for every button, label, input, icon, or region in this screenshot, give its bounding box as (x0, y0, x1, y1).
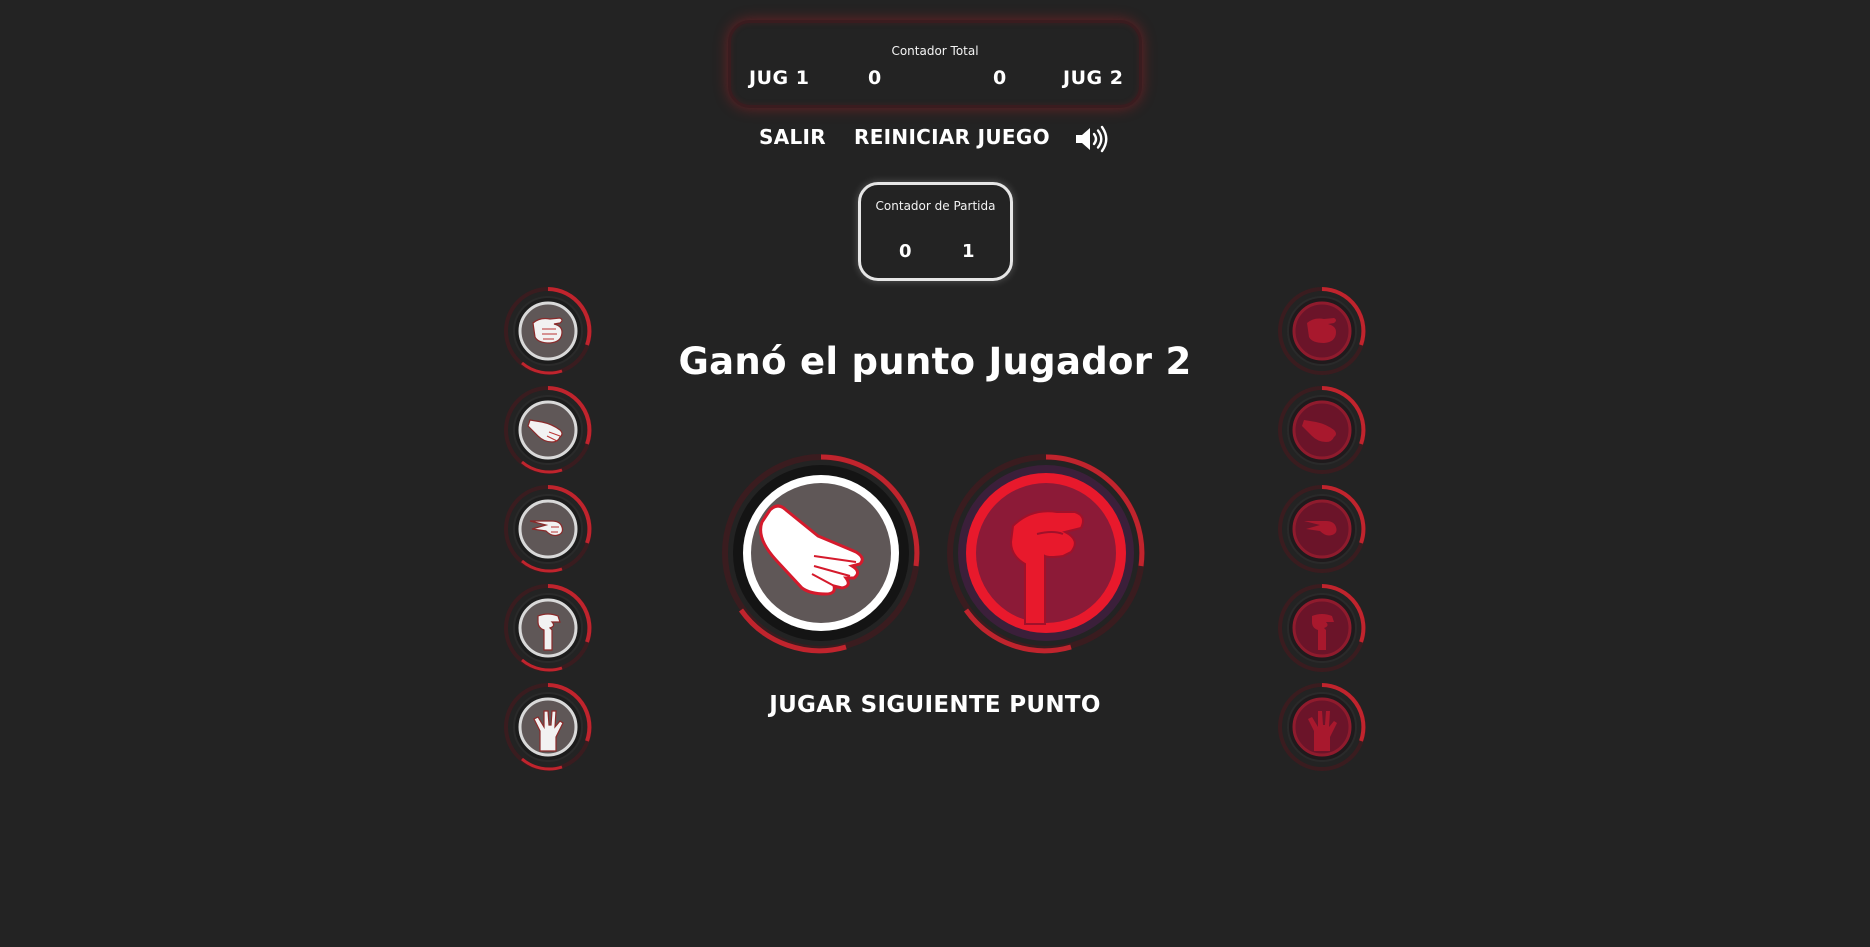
player1-selected-hand (716, 448, 926, 658)
match-counter-caption: Contador de Partida (875, 199, 996, 213)
scissors-hand-icon (1278, 485, 1366, 573)
scissors-hand-icon (504, 485, 592, 573)
player2-match-score: 1 (962, 241, 975, 262)
player1-paper-button[interactable] (502, 384, 594, 476)
rock-hand-icon (504, 287, 592, 375)
paper-hand-icon (722, 454, 920, 654)
player1-match-score: 0 (899, 241, 912, 262)
player1-label: JUG 1 (749, 67, 810, 89)
total-counter-panel: Contador Total JUG 1 0 0 JUG 2 (728, 20, 1142, 108)
speaker-volume-icon[interactable] (1073, 124, 1109, 154)
player2-lizard-button[interactable] (1276, 582, 1368, 674)
paper-hand-icon (1278, 386, 1366, 474)
player2-paper-button[interactable] (1276, 384, 1368, 476)
player1-rock-button[interactable] (502, 285, 594, 377)
match-counter-panel: Contador de Partida 0 1 (858, 182, 1013, 281)
game-screen: Contador Total JUG 1 0 0 JUG 2 SALIR REI… (0, 0, 1870, 947)
restart-game-button[interactable]: REINICIAR JUEGO (854, 125, 1050, 149)
rock-hand-icon (1278, 287, 1366, 375)
total-counter-caption: Contador Total (891, 44, 979, 58)
lizard-hand-icon (947, 454, 1145, 654)
player2-scissors-button[interactable] (1276, 483, 1368, 575)
player2-total-score: 0 (993, 67, 1007, 89)
exit-button[interactable]: SALIR (759, 125, 826, 149)
point-result-message: Ganó el punto Jugador 2 (678, 340, 1192, 383)
player2-selected-hand (941, 448, 1151, 658)
lizard-hand-icon (1278, 584, 1366, 672)
next-point-container: JUGAR SIGUIENTE PUNTO (0, 692, 1870, 718)
lizard-hand-icon (504, 584, 592, 672)
player1-lizard-button[interactable] (502, 582, 594, 674)
player1-total-score: 0 (868, 67, 882, 89)
paper-hand-icon (504, 386, 592, 474)
play-next-point-button[interactable]: JUGAR SIGUIENTE PUNTO (769, 692, 1101, 718)
player2-label: JUG 2 (1063, 67, 1124, 89)
player2-rock-button[interactable] (1276, 285, 1368, 377)
player1-scissors-button[interactable] (502, 483, 594, 575)
